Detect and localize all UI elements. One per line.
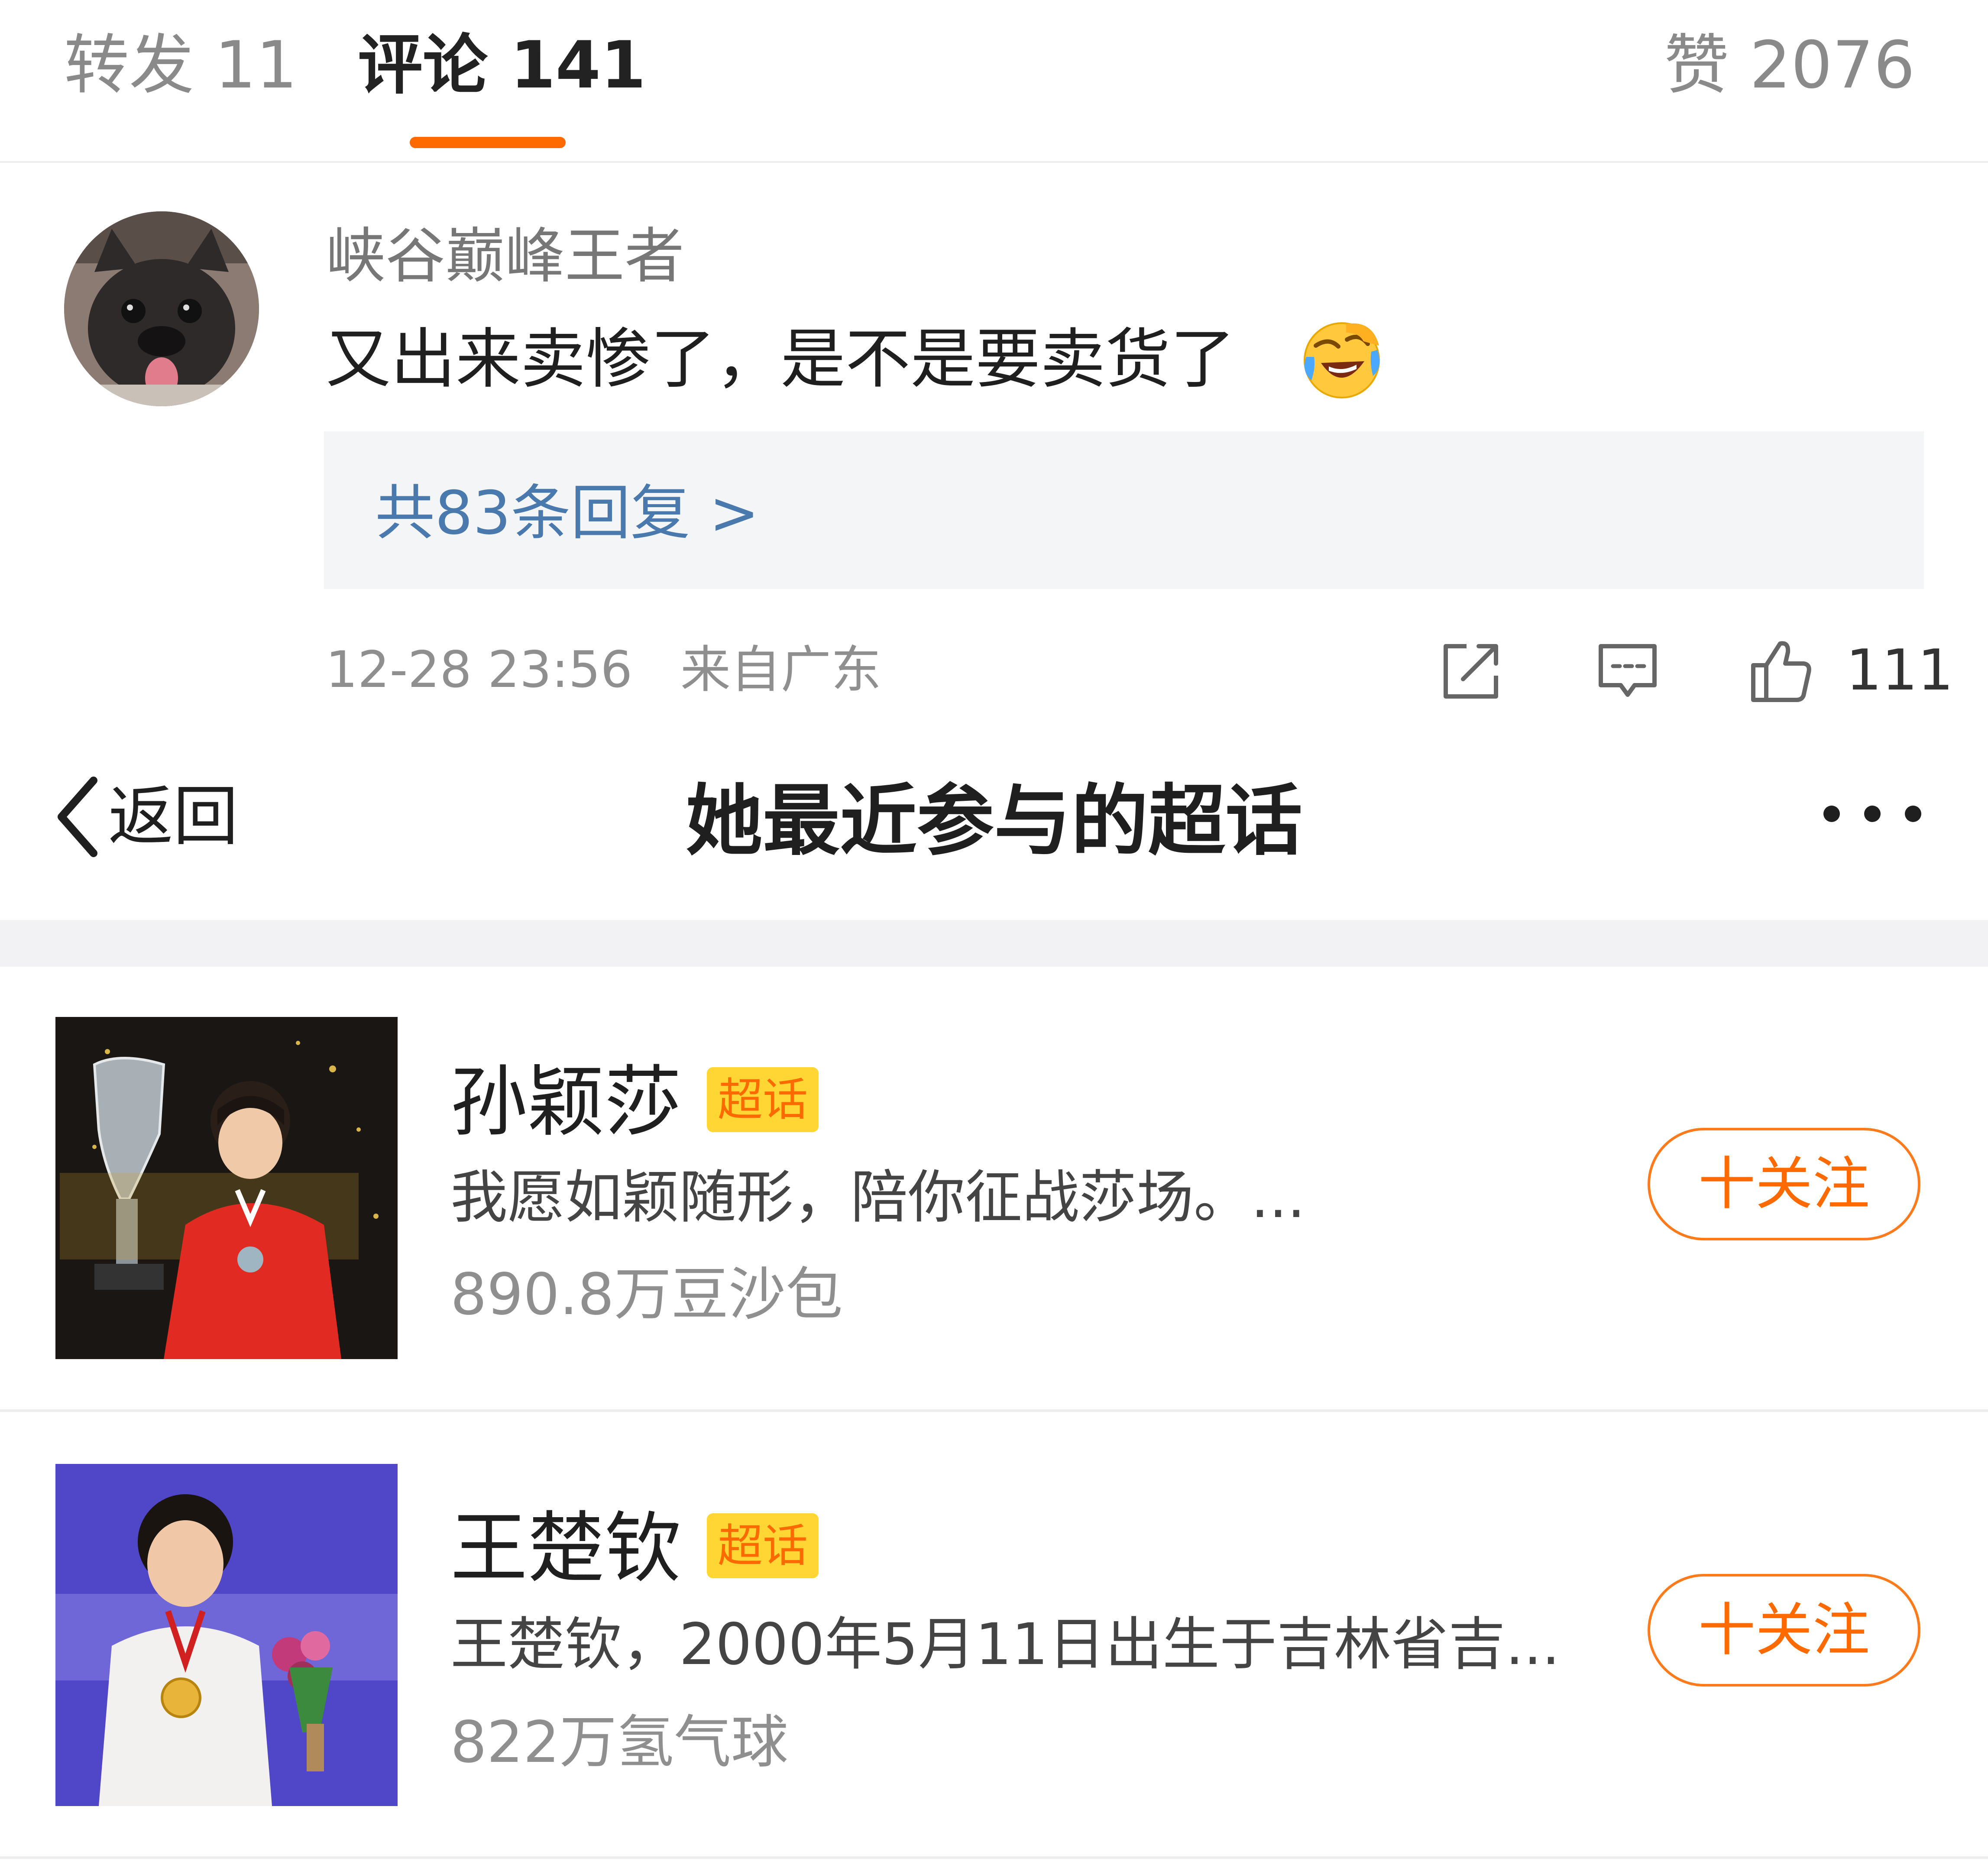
sun-yingsha-photo xyxy=(55,1017,398,1359)
comment-icon[interactable] xyxy=(1593,637,1662,706)
super-topic-badge: 超话 xyxy=(707,1513,819,1578)
comment-meta: 12-28 23:56 来自广东 xyxy=(326,638,881,703)
more-options-icon[interactable] xyxy=(1823,806,1921,822)
topic-follower-count: 822万氢气球 xyxy=(450,1709,788,1776)
page-title: 她最近参与的超话 xyxy=(686,776,1302,866)
topic-follower-count: 890.8万豆沙包 xyxy=(450,1261,843,1328)
topic-description: 王楚钦，2000年5月11日出生于吉林省吉... xyxy=(450,1611,1560,1678)
thumbs-up-icon[interactable] xyxy=(1745,637,1815,706)
like-count: 111 xyxy=(1846,637,1954,703)
row-divider xyxy=(0,1856,1988,1859)
comment-tab-bar: 转发 11 评论 141 赞 2076 xyxy=(0,0,1988,163)
comment-timestamp: 12-28 23:56 xyxy=(326,641,633,699)
dog-avatar-image xyxy=(64,211,259,406)
view-replies-link[interactable]: 共83条回复 > xyxy=(375,476,759,550)
wang-chuqin-photo xyxy=(55,1464,398,1806)
comment-location: 来自广东 xyxy=(680,641,881,699)
crying-laughing-emoji-icon xyxy=(1304,322,1380,398)
tab-likes[interactable]: 赞 2076 xyxy=(1664,24,1915,107)
topic-thumbnail[interactable] xyxy=(55,1017,398,1359)
topic-name[interactable]: 王楚钦 xyxy=(450,1503,682,1594)
super-topic-badge: 超话 xyxy=(707,1067,819,1132)
follow-button[interactable]: 十关注 xyxy=(1648,1128,1920,1240)
follow-button[interactable]: 十关注 xyxy=(1648,1574,1920,1687)
comment-username[interactable]: 峡谷巅峰王者 xyxy=(326,222,684,291)
topic-name[interactable]: 孙颖莎 xyxy=(450,1057,682,1148)
comment-text: 又出来卖惨了，是不是要卖货了 xyxy=(326,322,1236,397)
tab-repost[interactable]: 转发 11 xyxy=(64,24,298,107)
topic-description: 我愿如颖随形，陪你征战莎场。... xyxy=(450,1164,1305,1231)
share-icon[interactable] xyxy=(1436,637,1506,706)
row-divider xyxy=(0,1409,1988,1412)
tab-comments[interactable]: 评论 141 xyxy=(358,24,646,107)
avatar[interactable] xyxy=(64,211,259,406)
topic-thumbnail[interactable] xyxy=(55,1464,398,1806)
active-tab-indicator xyxy=(410,137,566,148)
section-divider xyxy=(0,920,1988,967)
